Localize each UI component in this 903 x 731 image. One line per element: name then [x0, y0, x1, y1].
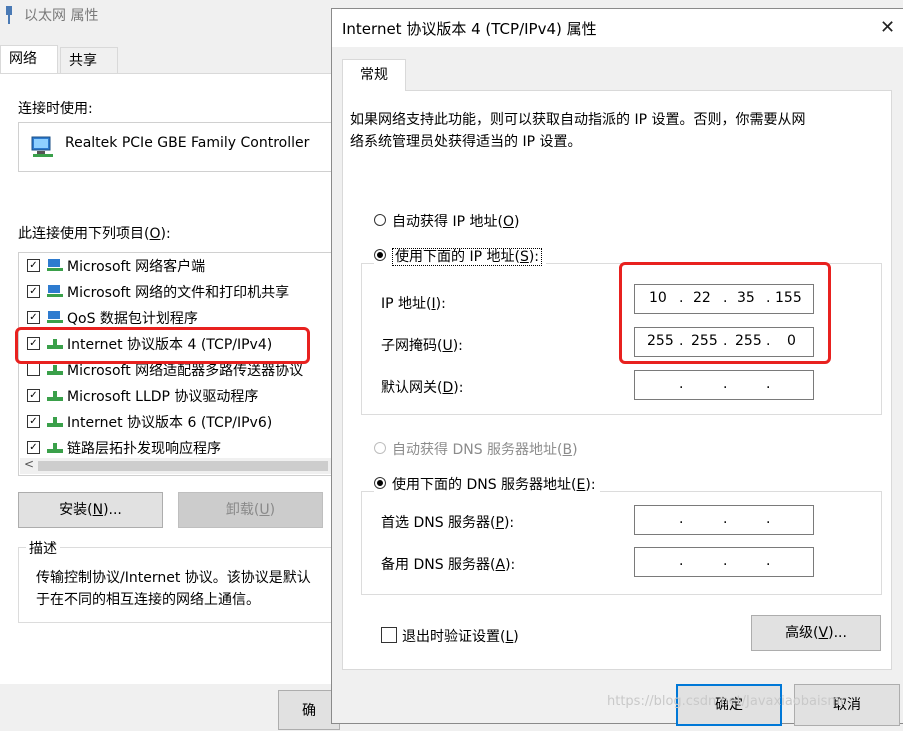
alternate-dns-label: 备用 DNS 服务器(A): [381, 557, 516, 573]
items-label: 此连接使用下列项目(O): [18, 226, 171, 242]
tab-sharing[interactable]: 共享 [60, 47, 118, 73]
protocol-icon [47, 365, 63, 375]
components-list[interactable]: ✓ Microsoft 网络客户端 ✓ Microsoft 网络的文件和打印机共享 … [18, 252, 338, 476]
dialog-titlebar: Internet 协议版本 4 (TCP/IPv4) 属性 ✕ [332, 9, 903, 47]
ethernet-icon [6, 6, 12, 24]
preferred-dns-input[interactable]: ... [634, 505, 814, 535]
validate-on-exit-checkbox[interactable]: 退出时验证设置(L) [381, 626, 519, 646]
install-button[interactable]: 安装(N)... [18, 492, 163, 528]
share-icon [47, 285, 63, 297]
radio-selected-icon [374, 249, 386, 261]
ipv4-properties-dialog: Internet 协议版本 4 (TCP/IPv4) 属性 ✕ 常规 如果网络支… [331, 8, 903, 726]
description-legend: 描述 [26, 538, 60, 558]
intro-text: 如果网络支持此功能，则可以获取自动指派的 IP 设置。否则，你需要从网 络系统管… [350, 112, 806, 150]
preferred-dns-label: 首选 DNS 服务器(P): [381, 515, 515, 531]
radio-selected-icon [374, 477, 386, 489]
auto-ip-radio[interactable]: 自动获得 IP 地址(O) [374, 211, 519, 231]
radio-disabled-icon [374, 442, 386, 454]
checkbox[interactable]: ✓ [27, 388, 40, 402]
adapter-name: Realtek PCIe GBE Family Controller [65, 135, 310, 151]
radio-icon [374, 214, 386, 226]
checkbox[interactable]: ✓ [27, 310, 40, 324]
watermark: https://blog.csdn.net/Javaxiaobaismc [607, 694, 848, 709]
tab-network[interactable]: 网络 [0, 45, 58, 73]
checkbox[interactable] [381, 627, 397, 643]
gateway-input[interactable]: ... [634, 370, 814, 400]
description-text: 传输控制协议/Internet 协议。该协议是默认 于在不同的相互连接的网络上通… [36, 570, 311, 608]
checkbox[interactable]: ✓ [27, 258, 40, 272]
advanced-button[interactable]: 高级(V)... [751, 615, 881, 651]
alternate-dns-input[interactable]: ... [634, 547, 814, 577]
checkbox[interactable]: ✓ [27, 414, 40, 428]
protocol-icon [47, 443, 63, 453]
gateway-label: 默认网关(D): [381, 380, 464, 396]
window-title: 以太网 属性 [24, 8, 99, 24]
protocol-icon [47, 417, 63, 427]
manual-ip-radio[interactable]: 使用下面的 IP 地址(S): [374, 246, 547, 266]
protocol-icon [47, 391, 63, 401]
scrollbar-thumb[interactable] [38, 461, 328, 471]
horizontal-scrollbar[interactable]: < [20, 457, 336, 474]
dialog-title: Internet 协议版本 4 (TCP/IPv4) 属性 [342, 20, 597, 38]
close-icon[interactable]: ✕ [880, 17, 895, 38]
auto-dns-radio[interactable]: 自动获得 DNS 服务器地址(B) [374, 439, 578, 459]
subnet-mask-label: 子网掩码(U): [381, 338, 463, 354]
list-item[interactable]: ✓ Microsoft 网络客户端 [27, 255, 205, 279]
adapter-box[interactable]: Realtek PCIe GBE Family Controller [18, 122, 338, 172]
tab-general[interactable]: 常规 [342, 59, 406, 91]
highlight-ip-fields [619, 262, 831, 364]
qos-icon [47, 311, 63, 323]
manual-dns-radio[interactable]: 使用下面的 DNS 服务器地址(E): [374, 474, 600, 494]
connect-using-label: 连接时使用: [18, 101, 93, 117]
highlight-ipv4-item [15, 327, 310, 364]
checkbox[interactable] [27, 362, 40, 376]
list-item[interactable]: ✓ Internet 协议版本 6 (TCP/IPv6) [27, 411, 272, 435]
client-icon [47, 259, 63, 271]
list-item[interactable]: ✓ Microsoft 网络的文件和打印机共享 [27, 281, 289, 305]
network-adapter-icon [31, 136, 53, 157]
list-item[interactable]: ✓ Microsoft LLDP 协议驱动程序 [27, 385, 258, 409]
uninstall-button[interactable]: 卸载(U) [178, 492, 323, 528]
ip-address-label: IP 地址(I): [381, 296, 446, 312]
checkbox[interactable]: ✓ [27, 440, 40, 454]
checkbox[interactable]: ✓ [27, 284, 40, 298]
scroll-left-icon[interactable]: < [24, 457, 34, 471]
